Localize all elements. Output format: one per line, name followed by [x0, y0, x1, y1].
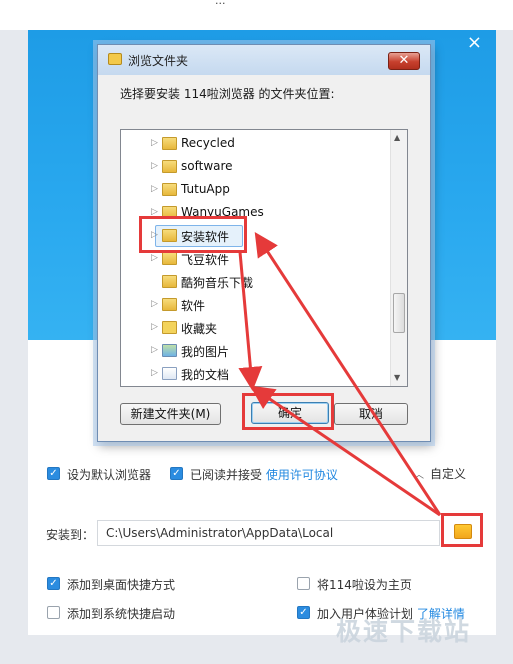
scroll-thumb[interactable] — [393, 293, 405, 333]
annotation-box-browse-icon — [441, 513, 483, 547]
license-link[interactable]: 使用许可协议 — [266, 468, 338, 482]
agree-checkbox[interactable]: ✓ — [170, 467, 183, 480]
desktop-shortcut-checkbox[interactable]: ✓ — [47, 577, 60, 590]
tree-item-label: TutuApp — [181, 182, 230, 196]
expand-arrow-icon[interactable]: ▷ — [151, 138, 158, 148]
installer-close-button[interactable]: × — [467, 32, 482, 53]
install-path-value: C:\Users\Administrator\AppData\Local — [106, 526, 334, 540]
expand-arrow-icon[interactable]: ▷ — [151, 345, 158, 355]
pictures-icon — [162, 344, 177, 357]
folder-icon — [162, 160, 177, 173]
tree-item[interactable]: 酷狗音乐下载 — [121, 271, 391, 293]
dialog-prompt: 选择要安装 114啦浏览器 的文件夹位置: — [120, 87, 335, 101]
tree-item-label: 飞豆软件 — [181, 253, 230, 267]
quicklaunch-checkbox[interactable] — [47, 606, 60, 619]
default-browser-checkbox[interactable]: ✓ — [47, 467, 60, 480]
tree-item-label: 收藏夹 — [181, 322, 218, 336]
agree-text: 已阅读并接受 使用许可协议 — [190, 466, 338, 483]
expand-arrow-icon[interactable]: ▷ — [151, 253, 158, 263]
favorites-icon — [162, 321, 177, 334]
scroll-up-arrow[interactable]: ▲ — [394, 133, 400, 142]
top-strip: ... — [0, 0, 513, 30]
tree-item-label: Recycled — [181, 136, 235, 150]
quicklaunch-label: 添加到系统快捷启动 — [67, 607, 176, 621]
top-strip-text: ... — [215, 0, 226, 7]
custom-label: 自定义 — [430, 467, 467, 481]
tree-item[interactable]: ▷ 收藏夹 — [121, 317, 391, 339]
chevron-up-icon: ︿ — [414, 470, 424, 481]
cancel-button[interactable]: 取消 — [334, 403, 408, 425]
set-homepage-label: 将114啦设为主页 — [317, 578, 412, 592]
tree-item[interactable]: ▷ 我的图片 — [121, 340, 391, 362]
join-program-checkbox[interactable]: ✓ — [297, 606, 310, 619]
folder-icon — [162, 298, 177, 311]
folder-icon — [162, 275, 177, 288]
scroll-down-arrow[interactable]: ▼ — [394, 373, 400, 382]
folder-tree[interactable]: ▷ Recycled ▷ software ▷ TutuApp ▷ WanyuGames ▷ 安装… — [120, 129, 408, 387]
tree-item-label: software — [181, 159, 233, 173]
watermark: 极速下载站 — [336, 617, 472, 646]
documents-icon — [162, 367, 177, 380]
folder-icon — [162, 252, 177, 265]
dialog-titlebar: 浏览文件夹 ✕ — [98, 45, 430, 75]
folder-browse-icon — [108, 53, 122, 65]
expand-arrow-icon[interactable]: ▷ — [151, 368, 158, 378]
tree-item[interactable]: ▷ Recycled — [121, 133, 391, 155]
tree-scrollbar[interactable]: ▲ ▼ — [390, 130, 407, 386]
default-browser-label: 设为默认浏览器 — [67, 468, 152, 482]
tree-item[interactable]: ▷ 软件 — [121, 294, 391, 316]
dialog-title: 浏览文件夹 — [128, 54, 189, 68]
install-to-label: 安装到： — [46, 528, 95, 542]
custom-toggle[interactable]: ︿ 自定义 — [414, 465, 466, 482]
folder-icon — [162, 137, 177, 150]
tree-item-label: 我的图片 — [181, 345, 230, 359]
tree-item[interactable]: ▷ TutuApp — [121, 179, 391, 201]
desktop-shortcut-label: 添加到桌面快捷方式 — [67, 578, 176, 592]
annotation-box-folder — [139, 216, 247, 253]
tree-item-label: 我的文档 — [181, 368, 230, 382]
tree-item-label: 软件 — [181, 299, 206, 313]
tree-item-label: 酷狗音乐下载 — [181, 276, 254, 290]
dialog-close-button[interactable]: ✕ — [388, 52, 420, 70]
tree-item[interactable]: ▷ 我的文档 — [121, 363, 391, 385]
tree-item[interactable]: ▷ software — [121, 156, 391, 178]
install-path-input[interactable]: C:\Users\Administrator\AppData\Local — [97, 520, 440, 546]
expand-arrow-icon[interactable]: ▷ — [151, 322, 158, 332]
folder-icon — [162, 183, 177, 196]
new-folder-button[interactable]: 新建文件夹(M) — [120, 403, 221, 425]
set-homepage-checkbox[interactable] — [297, 577, 310, 590]
agree-prefix: 已阅读并接受 — [190, 468, 263, 482]
expand-arrow-icon[interactable]: ▷ — [151, 184, 158, 194]
annotation-box-ok — [242, 393, 334, 430]
expand-arrow-icon[interactable]: ▷ — [151, 299, 158, 309]
expand-arrow-icon[interactable]: ▷ — [151, 161, 158, 171]
